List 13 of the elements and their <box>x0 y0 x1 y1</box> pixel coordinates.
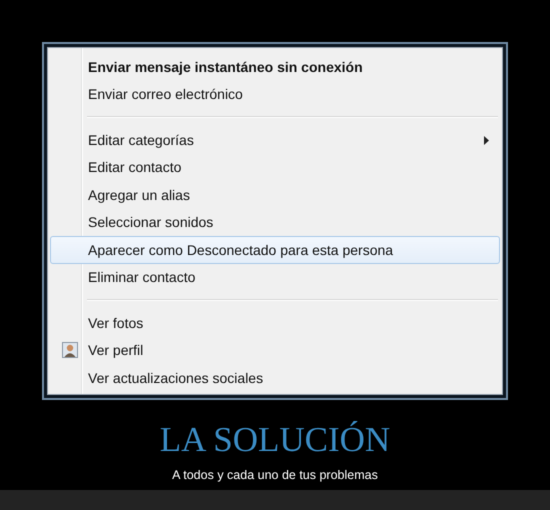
caption-title: LA SOLUCIÓN <box>160 420 390 460</box>
menu-item[interactable]: Aparecer como Desconectado para esta persona <box>50 236 500 264</box>
menu-item[interactable]: Agregar un alias <box>50 181 500 208</box>
menu-item[interactable]: Editar categorías <box>50 126 500 154</box>
menu-item[interactable]: Enviar correo electrónico <box>50 80 500 108</box>
menu-item[interactable]: Ver fotos <box>50 309 500 336</box>
caption-subtitle: A todos y cada uno de tus problemas <box>172 468 378 482</box>
menu-item[interactable]: Ver perfil <box>50 336 500 364</box>
menu-item[interactable]: Ver actualizaciones sociales <box>50 364 500 392</box>
menu-item[interactable]: Eliminar contacto <box>50 264 500 291</box>
menu-item[interactable]: Editar contacto <box>50 154 500 181</box>
menu-item[interactable]: Seleccionar sonidos <box>50 208 500 236</box>
menu-item[interactable]: Enviar mensaje instantáneo sin conexión <box>50 53 500 80</box>
